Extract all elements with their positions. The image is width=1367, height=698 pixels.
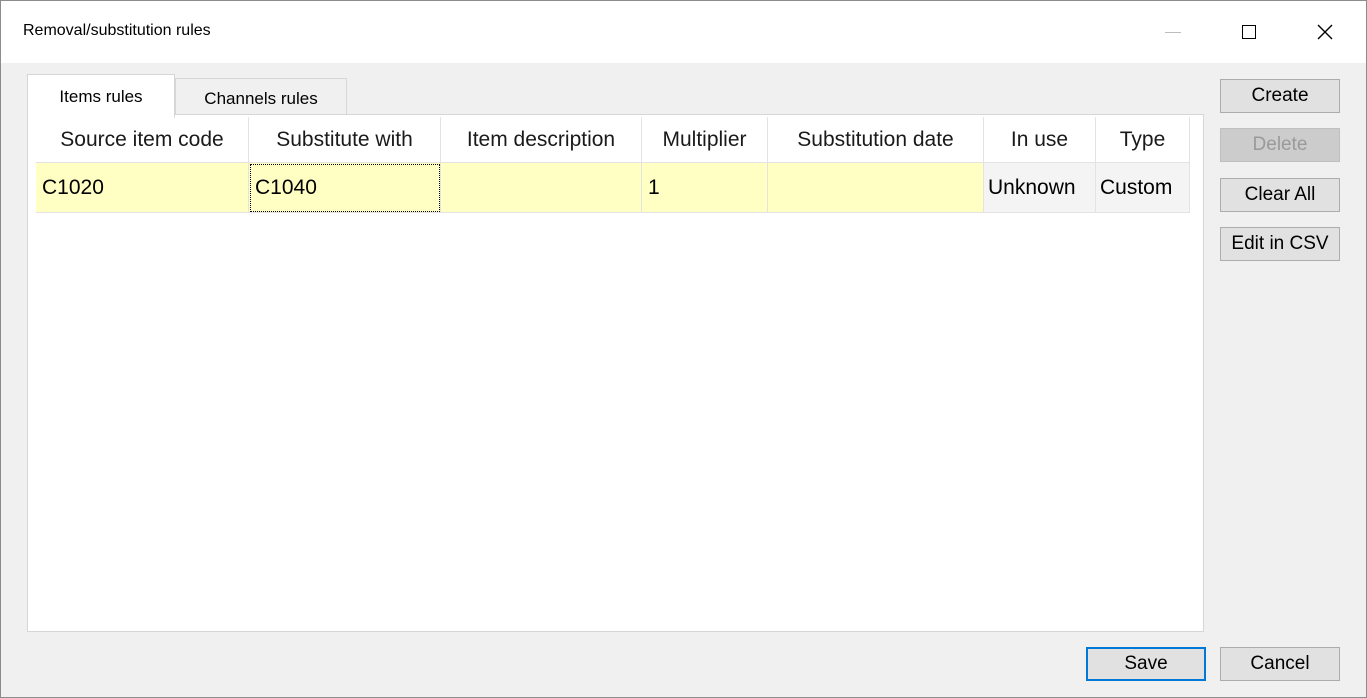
- cell-substitute-with[interactable]: C1040: [249, 163, 441, 213]
- cell-source-item-code[interactable]: C1020: [36, 163, 249, 213]
- tab-items-rules[interactable]: Items rules: [27, 74, 175, 118]
- title-bar[interactable]: Removal/substitution rules: [1, 1, 1366, 63]
- cell-multiplier[interactable]: 1: [642, 163, 768, 213]
- column-header-substitution-date[interactable]: Substitution date: [768, 117, 984, 163]
- minimize-button[interactable]: [1143, 1, 1203, 63]
- column-header-substitute-with[interactable]: Substitute with: [249, 117, 441, 163]
- cell-type: Custom: [1096, 163, 1190, 213]
- delete-button[interactable]: Delete: [1220, 128, 1340, 162]
- column-header-in-use[interactable]: In use: [984, 117, 1096, 163]
- close-button[interactable]: [1295, 1, 1355, 63]
- cancel-button[interactable]: Cancel: [1220, 647, 1340, 681]
- cell-substitution-date[interactable]: [768, 163, 984, 213]
- edit-in-csv-button[interactable]: Edit in CSV: [1220, 227, 1340, 261]
- maximize-button[interactable]: [1219, 1, 1279, 63]
- column-header-type[interactable]: Type: [1096, 117, 1190, 163]
- column-header-multiplier[interactable]: Multiplier: [642, 117, 768, 163]
- maximize-icon: [1242, 25, 1256, 39]
- table-row[interactable]: C1020 C1040 1 Unknown Custom: [36, 163, 1190, 213]
- cell-item-description[interactable]: [441, 163, 642, 213]
- cell-in-use: Unknown: [984, 163, 1096, 213]
- tab-channels-rules[interactable]: Channels rules: [175, 78, 347, 115]
- column-header-source-item-code[interactable]: Source item code: [36, 117, 249, 163]
- column-header-item-description[interactable]: Item description: [441, 117, 642, 163]
- save-button[interactable]: Save: [1086, 647, 1206, 681]
- clear-all-button[interactable]: Clear All: [1220, 178, 1340, 212]
- grid-header: Source item code Substitute with Item de…: [36, 117, 1190, 163]
- close-icon: [1317, 24, 1333, 40]
- minimize-icon: [1165, 31, 1181, 33]
- create-button[interactable]: Create: [1220, 79, 1340, 113]
- rules-grid: Source item code Substitute with Item de…: [36, 117, 1190, 213]
- window-title: Removal/substitution rules: [23, 22, 211, 39]
